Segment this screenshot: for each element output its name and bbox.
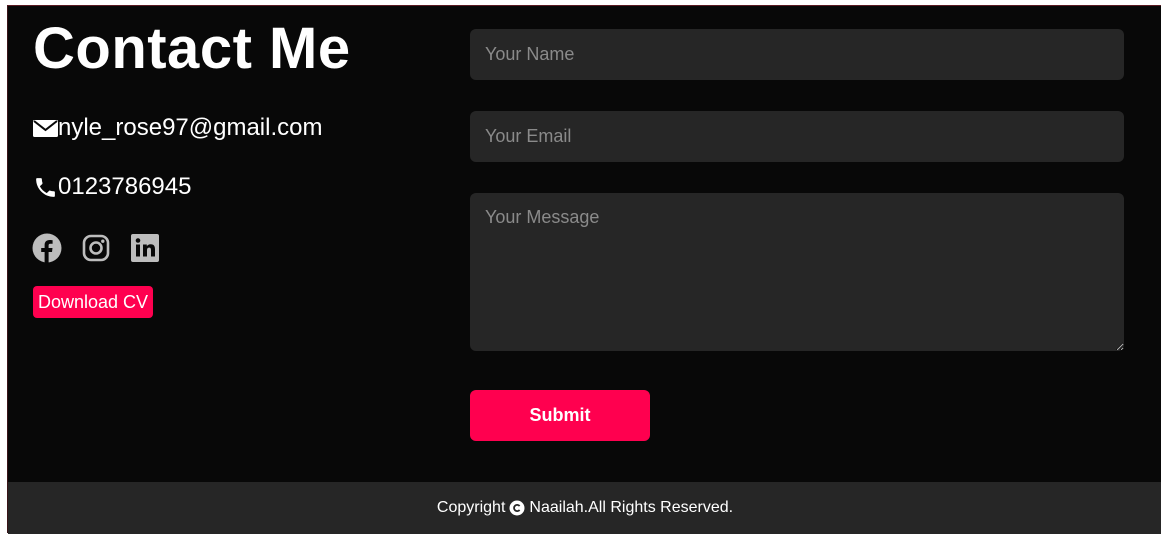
submit-button[interactable]: Submit (470, 390, 650, 441)
phone-text: 0123786945 (58, 173, 192, 200)
footer-copyright-prefix: Copyright (436, 499, 506, 516)
phone-icon (33, 175, 58, 200)
name-input[interactable] (470, 29, 1124, 80)
email-row: nyle_rose97@gmail.com (33, 114, 322, 142)
email-text: nyle_rose97@gmail.com (58, 114, 323, 141)
envelope-icon (33, 119, 58, 138)
social-links (32, 233, 160, 263)
download-cv-button[interactable]: Download CV (33, 286, 154, 318)
instagram-icon[interactable] (81, 233, 111, 263)
page-title: Contact Me (33, 16, 351, 81)
facebook-icon[interactable] (32, 233, 62, 263)
copyright-icon (509, 500, 525, 516)
linkedin-icon[interactable] (130, 233, 160, 263)
message-textarea[interactable] (470, 193, 1124, 351)
email-input[interactable] (470, 111, 1124, 162)
phone-row: 0123786945 (33, 173, 191, 201)
footer: Copyright Naailah.All Rights Reserved. (8, 482, 1161, 534)
footer-copyright-text: Naailah.All Rights Reserved. (529, 499, 734, 516)
contact-section: Contact Me nyle_rose97@gmail.com 0123786… (7, 5, 1161, 534)
